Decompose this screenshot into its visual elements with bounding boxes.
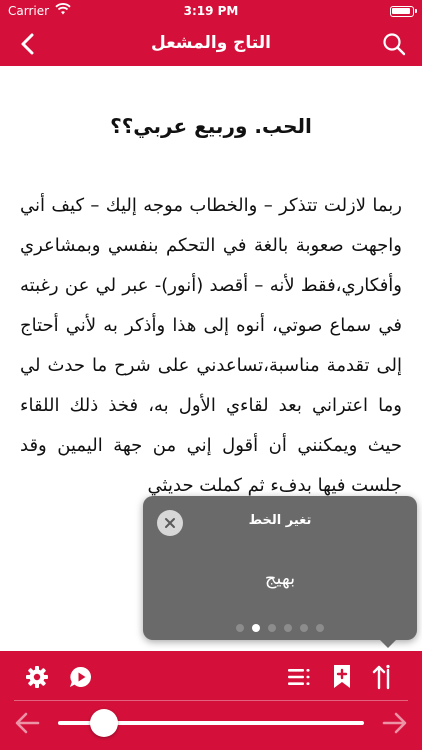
- page-dot[interactable]: [268, 624, 276, 632]
- bookmark-button[interactable]: [326, 661, 358, 693]
- paragraph: ربما لازلت تتذكر – والخطاب موجه إليك – ك…: [20, 195, 402, 496]
- popover-arrow: [379, 639, 397, 648]
- status-bar: Carrier 3:19 PM: [0, 0, 422, 22]
- close-popover-button[interactable]: [157, 510, 183, 536]
- chapter-title: الحب. وربيع عربي؟؟: [110, 114, 312, 138]
- toc-button[interactable]: [283, 661, 315, 693]
- page-dot[interactable]: [316, 624, 324, 632]
- back-button[interactable]: [14, 30, 42, 58]
- list-icon: [288, 669, 310, 685]
- status-time: 3:19 PM: [183, 4, 239, 18]
- page-dot[interactable]: [284, 624, 292, 632]
- settings-button[interactable]: [21, 661, 53, 693]
- arrow-left-icon: [15, 712, 40, 734]
- nav-bar: التاج والمشعل: [0, 22, 422, 66]
- next-page-button[interactable]: [380, 709, 410, 737]
- page-dot[interactable]: [300, 624, 308, 632]
- previous-page-button[interactable]: [12, 709, 42, 737]
- bookmark-add-icon: [334, 665, 350, 688]
- page-indicator[interactable]: [143, 624, 417, 632]
- page-dot[interactable]: [236, 624, 244, 632]
- close-icon: [165, 518, 175, 528]
- speech-play-icon: [70, 666, 91, 687]
- popover-title: تغير الخط: [248, 513, 312, 528]
- search-button[interactable]: [380, 30, 408, 58]
- gear-icon: [26, 666, 48, 688]
- audio-button[interactable]: [65, 661, 97, 693]
- slider-thumb[interactable]: [89, 709, 118, 737]
- chapter-text: ربما لازلت تتذكر – والخطاب موجه إليك – ك…: [20, 186, 402, 506]
- chevron-left-icon: [21, 33, 34, 55]
- progress-slider[interactable]: [58, 709, 364, 737]
- font-option[interactable]: بهيج: [143, 568, 417, 589]
- page-title: التاج والمشعل: [151, 33, 271, 53]
- sort-button[interactable]: [367, 661, 399, 693]
- sort-icon: [372, 664, 390, 690]
- font-popover: تغير الخط بهيج: [143, 496, 417, 648]
- arrow-right-icon: [382, 712, 407, 734]
- toolbar-divider: [14, 700, 408, 701]
- battery-icon: [390, 6, 417, 17]
- page-dot[interactable]: [252, 624, 260, 632]
- search-icon: [383, 33, 406, 56]
- bottom-toolbar: [0, 651, 422, 750]
